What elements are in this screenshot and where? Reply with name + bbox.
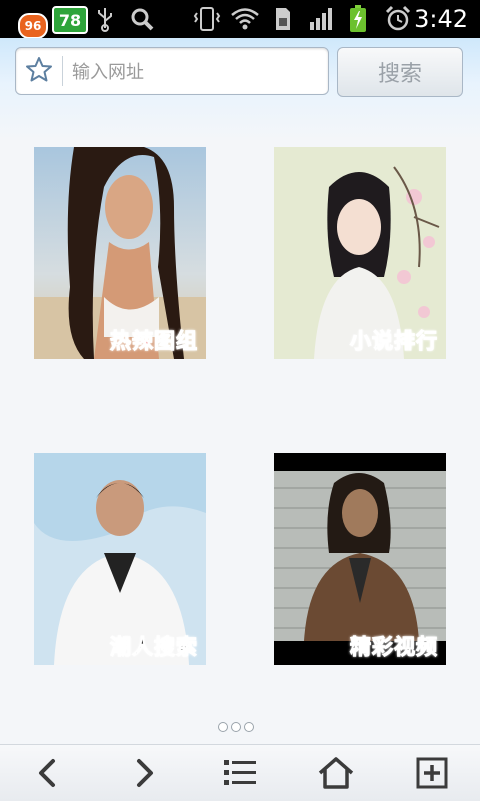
- page-dot[interactable]: [231, 722, 241, 732]
- tile-label: 潮人搜索: [110, 635, 198, 660]
- new-tab-icon: [416, 757, 448, 789]
- tile-label: 小说排行: [350, 329, 438, 354]
- sim-icon: [272, 6, 294, 32]
- menu-icon: [224, 760, 256, 785]
- forward-icon: [137, 759, 153, 787]
- status-clock: 3:42: [414, 5, 468, 33]
- tile-great-videos[interactable]: 精彩视频: [274, 453, 446, 665]
- app-badge-icon: 96: [18, 13, 48, 39]
- status-bar: 96 78 3:42: [0, 0, 480, 39]
- url-divider: [62, 56, 63, 86]
- search-icon: [128, 6, 156, 32]
- usb-icon: [94, 6, 116, 32]
- badge-count: 96: [24, 19, 42, 33]
- search-button[interactable]: 搜索: [337, 47, 463, 97]
- alarm-icon: [384, 5, 412, 32]
- page-dot[interactable]: [218, 722, 228, 732]
- new-tab-button[interactable]: [408, 753, 456, 793]
- notification-count-icon: 78: [52, 6, 88, 34]
- page-indicator: [218, 722, 254, 732]
- tile-label: 热辣图组: [110, 329, 198, 354]
- home-button[interactable]: [312, 753, 360, 793]
- forward-button[interactable]: [120, 753, 168, 793]
- url-input[interactable]: [70, 56, 324, 88]
- back-icon: [39, 759, 55, 787]
- notification-count: 78: [58, 10, 82, 30]
- battery-charging-icon: [348, 5, 368, 32]
- tile-trend-search[interactable]: 潮人搜索: [34, 453, 206, 665]
- tile-label: 精彩视频: [350, 635, 438, 660]
- tile-novel-ranking[interactable]: 小说排行: [274, 147, 446, 359]
- home-icon: [318, 757, 354, 789]
- url-bar[interactable]: [15, 47, 329, 95]
- back-button[interactable]: [24, 753, 72, 793]
- star-icon[interactable]: [24, 55, 54, 85]
- menu-button[interactable]: [216, 753, 264, 793]
- browser-top-bar: 搜索: [0, 38, 480, 140]
- page-dot[interactable]: [244, 722, 254, 732]
- search-button-label: 搜索: [377, 62, 422, 87]
- vibrate-icon: [192, 6, 222, 32]
- tile-hot-gallery[interactable]: 热辣图组: [34, 147, 206, 359]
- wifi-icon: [230, 6, 260, 32]
- bottom-toolbar: [0, 744, 480, 801]
- signal-icon: [308, 6, 336, 32]
